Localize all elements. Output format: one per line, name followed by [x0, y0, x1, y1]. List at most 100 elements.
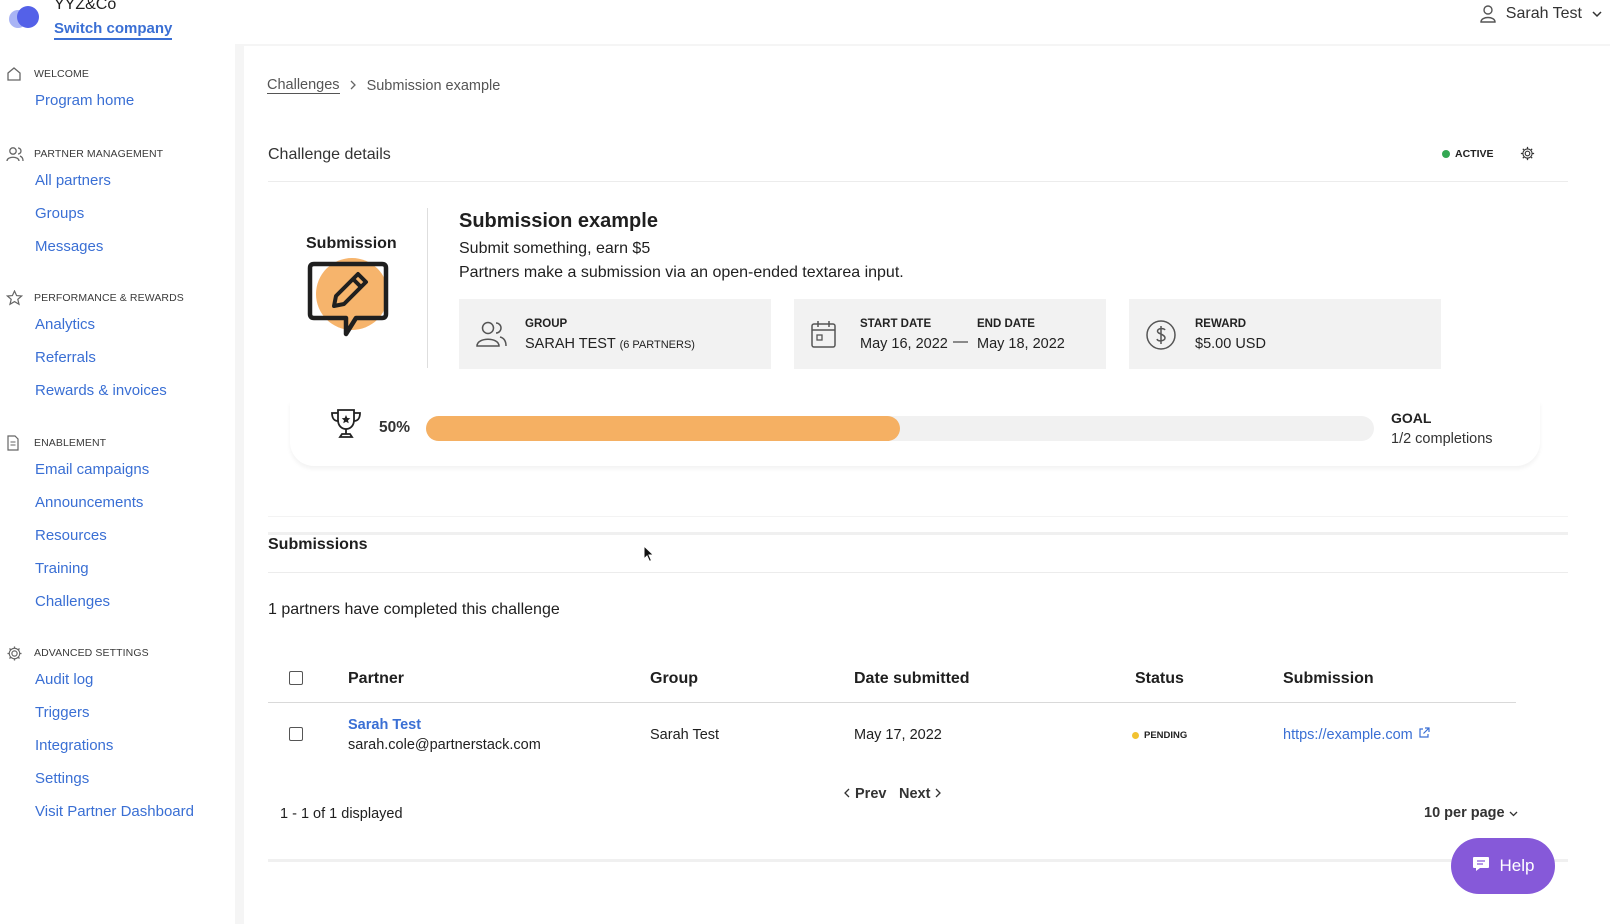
chevron-right-icon — [350, 78, 357, 94]
vertical-divider — [427, 208, 428, 368]
dates-info-box: START DATE May 16, 2022 — END DATE May 1… — [794, 299, 1106, 369]
help-button[interactable]: Help — [1451, 838, 1555, 894]
sidebar-item-resources[interactable]: Resources — [35, 519, 149, 552]
chevron-down-icon — [1509, 805, 1518, 821]
progress-bar-fill — [426, 416, 900, 441]
submissions-count-text: 1 partners have completed this challenge — [268, 601, 560, 618]
sidebar-section-performance-rewards: PERFORMANCE & REWARDS Analytics Referral… — [0, 288, 184, 407]
sidebar-item-program-home[interactable]: Program home — [35, 84, 134, 117]
divider — [268, 859, 1568, 862]
chevron-left-icon — [844, 786, 850, 802]
section-title: PARTNER MANAGEMENT — [34, 148, 164, 160]
sidebar-item-all-partners[interactable]: All partners — [35, 164, 163, 197]
external-link-icon — [1418, 727, 1430, 743]
star-icon — [0, 290, 34, 306]
next-page-button[interactable]: Next — [899, 786, 942, 802]
sidebar-item-referrals[interactable]: Referrals — [35, 341, 184, 374]
per-page-value: 10 per page — [1424, 805, 1505, 821]
users-icon — [0, 146, 34, 162]
displayed-count: 1 - 1 of 1 displayed — [280, 806, 403, 822]
user-icon — [1480, 5, 1496, 23]
help-label: Help — [1499, 856, 1535, 875]
users-icon — [475, 319, 507, 354]
column-header-status[interactable]: Status — [1135, 670, 1184, 688]
date-separator: — — [953, 333, 968, 350]
goal-label: GOAL — [1391, 410, 1432, 426]
select-all-checkbox[interactable] — [289, 671, 303, 685]
sidebar-item-triggers[interactable]: Triggers — [35, 696, 194, 729]
column-header-partner[interactable]: Partner — [348, 670, 404, 688]
document-icon — [0, 435, 34, 451]
chat-icon — [1472, 856, 1490, 877]
settings-gear-icon[interactable] — [1520, 146, 1535, 166]
partner-name-link[interactable]: Sarah Test — [348, 717, 421, 733]
column-header-date-submitted[interactable]: Date submitted — [854, 670, 970, 688]
mouse-cursor-icon — [643, 544, 655, 568]
status-dot — [1442, 150, 1450, 158]
user-name: Sarah Test — [1505, 5, 1582, 22]
company-logo — [9, 4, 39, 30]
sidebar-item-challenges[interactable]: Challenges — [35, 585, 149, 618]
content-panel: Challenges Submission example Challenge … — [244, 46, 1610, 924]
sidebar-item-visit-partner-dashboard[interactable]: Visit Partner Dashboard — [35, 795, 194, 828]
table-header-divider — [268, 702, 1516, 703]
sidebar-item-integrations[interactable]: Integrations — [35, 729, 194, 762]
status-text: ACTIVE — [1455, 148, 1494, 160]
progress-percent: 50% — [379, 419, 411, 436]
challenge-title: Submission example — [459, 210, 658, 232]
group-info-box: GROUP SARAH TEST (6 PARTNERS) — [459, 299, 771, 369]
main-area: Challenges Submission example Challenge … — [235, 44, 1610, 924]
column-header-submission[interactable]: Submission — [1283, 670, 1374, 688]
section-title: ENABLEMENT — [34, 437, 107, 449]
row-checkbox[interactable] — [289, 727, 303, 741]
prev-page-button[interactable]: Prev — [844, 786, 886, 802]
end-date-value: May 18, 2022 — [977, 336, 1065, 352]
sidebar-item-settings[interactable]: Settings — [35, 762, 194, 795]
sidebar-item-groups[interactable]: Groups — [35, 197, 163, 230]
sidebar-section-enablement: ENABLEMENT Email campaigns Announcements… — [0, 433, 149, 618]
dollar-icon — [1145, 319, 1177, 356]
goal-value: 1/2 completions — [1391, 431, 1493, 447]
sidebar-item-announcements[interactable]: Announcements — [35, 486, 149, 519]
challenge-subtitle: Submit something, earn $5 — [459, 240, 651, 257]
sidebar-item-training[interactable]: Training — [35, 552, 149, 585]
group-value: SARAH TEST (6 PARTNERS) — [525, 336, 695, 352]
breadcrumb: Challenges Submission example — [267, 77, 500, 94]
sidebar-item-rewards-invoices[interactable]: Rewards & invoices — [35, 374, 184, 407]
company-name: YYZ&Co — [54, 0, 117, 13]
status-badge: ACTIVE — [1442, 148, 1494, 160]
trophy-icon — [329, 408, 363, 445]
sidebar-section-partner-management: PARTNER MANAGEMENT All partners Groups M… — [0, 144, 163, 263]
edit-message-icon — [306, 258, 394, 347]
status-text: PENDING — [1144, 730, 1188, 741]
divider — [268, 516, 1568, 517]
switch-company-link[interactable]: Switch company — [54, 20, 173, 40]
submission-link[interactable]: https://example.com — [1283, 727, 1430, 743]
section-title: WELCOME — [34, 68, 89, 80]
divider — [268, 572, 1568, 573]
per-page-select[interactable]: 10 per page — [1424, 805, 1518, 821]
challenge-description: Partners make a submission via an open-e… — [459, 264, 904, 281]
reward-label: REWARD — [1195, 318, 1247, 330]
sidebar-section-welcome: WELCOME Program home — [0, 64, 134, 117]
start-date-label: START DATE — [860, 318, 932, 330]
progress-bar — [426, 416, 1374, 441]
gear-icon — [0, 645, 34, 662]
prev-label: Prev — [855, 786, 887, 802]
sidebar-item-email-campaigns[interactable]: Email campaigns — [35, 453, 149, 486]
row-date-submitted: May 17, 2022 — [854, 727, 942, 743]
status-dot — [1132, 732, 1139, 739]
group-name: SARAH TEST — [525, 336, 616, 352]
sidebar-item-messages[interactable]: Messages — [35, 230, 163, 263]
sidebar-item-audit-log[interactable]: Audit log — [35, 663, 194, 696]
calendar-icon — [810, 319, 838, 354]
user-menu[interactable]: Sarah Test — [1480, 5, 1602, 23]
sidebar-item-analytics[interactable]: Analytics — [35, 308, 184, 341]
home-icon — [0, 66, 34, 82]
breadcrumb-challenges-link[interactable]: Challenges — [267, 77, 340, 94]
card-title: Challenge details — [268, 146, 391, 163]
start-date-value: May 16, 2022 — [860, 336, 948, 352]
next-label: Next — [899, 786, 931, 802]
column-header-group[interactable]: Group — [650, 670, 698, 688]
status-badge: PENDING — [1132, 730, 1187, 741]
